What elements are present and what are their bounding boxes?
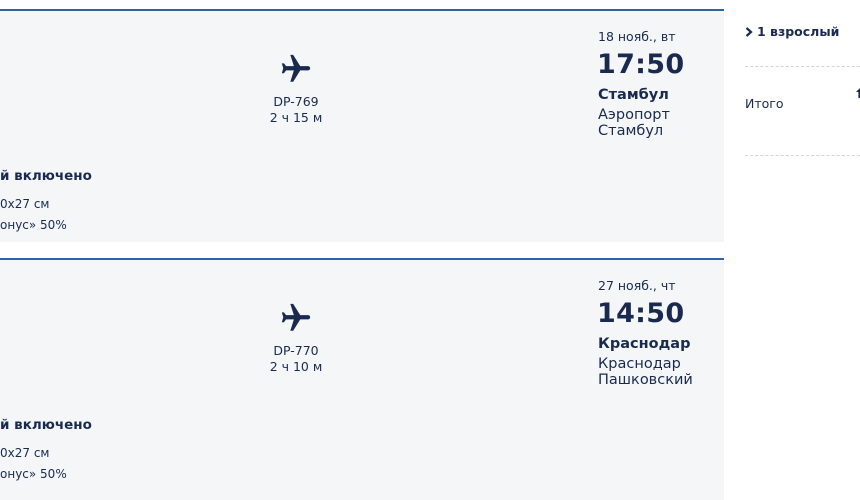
- flight-duration: 2 ч 15 м: [269, 110, 323, 125]
- passengers-label: 1 взрослый: [757, 24, 840, 39]
- baggage-bonus: онус» 50%: [0, 467, 67, 481]
- price-sidebar: 1 взрослый Итого: [745, 0, 860, 500]
- arrival-time: 14:50: [597, 298, 685, 329]
- flight-number: DP-769: [273, 94, 319, 109]
- flight-card-outbound: DP-769 2 ч 15 м 18 нояб., вт 17:50 Стамб…: [0, 9, 724, 242]
- passengers-toggle[interactable]: 1 взрослый: [745, 24, 839, 39]
- baggage-size: 0x27 см: [0, 197, 50, 211]
- total-amount-glyph: [856, 88, 860, 98]
- baggage-included-label: й включено: [0, 168, 92, 184]
- arrival-airport-line2: Стамбул: [598, 123, 664, 139]
- airplane-icon: [281, 54, 311, 82]
- arrival-airport-line1: Краснодар: [598, 356, 681, 372]
- flight-number: DP-770: [273, 343, 319, 358]
- arrival-airport-line1: Аэропорт: [598, 107, 670, 123]
- arrival-airport-line2: Пашковский: [598, 372, 693, 388]
- arrival-date: 27 нояб., чт: [598, 278, 676, 293]
- baggage-bonus: онус» 50%: [0, 218, 67, 232]
- total-label: Итого: [745, 96, 784, 111]
- arrival-city: Стамбул: [598, 87, 669, 103]
- arrival-airport: Краснодар Пашковский: [598, 356, 718, 388]
- divider: [745, 66, 860, 67]
- arrival-city: Краснодар: [598, 336, 691, 352]
- chevron-right-icon: [745, 27, 753, 37]
- divider: [745, 155, 860, 156]
- arrival-date: 18 нояб., вт: [598, 29, 676, 44]
- booking-summary-page: DP-769 2 ч 15 м 18 нояб., вт 17:50 Стамб…: [0, 0, 860, 500]
- baggage-size: 0x27 см: [0, 446, 50, 460]
- flight-duration: 2 ч 10 м: [269, 359, 323, 374]
- arrival-airport: Аэропорт Стамбул: [598, 107, 718, 139]
- arrival-time: 17:50: [597, 49, 685, 80]
- airplane-icon: [281, 303, 311, 331]
- flight-card-return: DP-770 2 ч 10 м 27 нояб., чт 14:50 Красн…: [0, 258, 724, 500]
- baggage-included-label: й включено: [0, 417, 92, 433]
